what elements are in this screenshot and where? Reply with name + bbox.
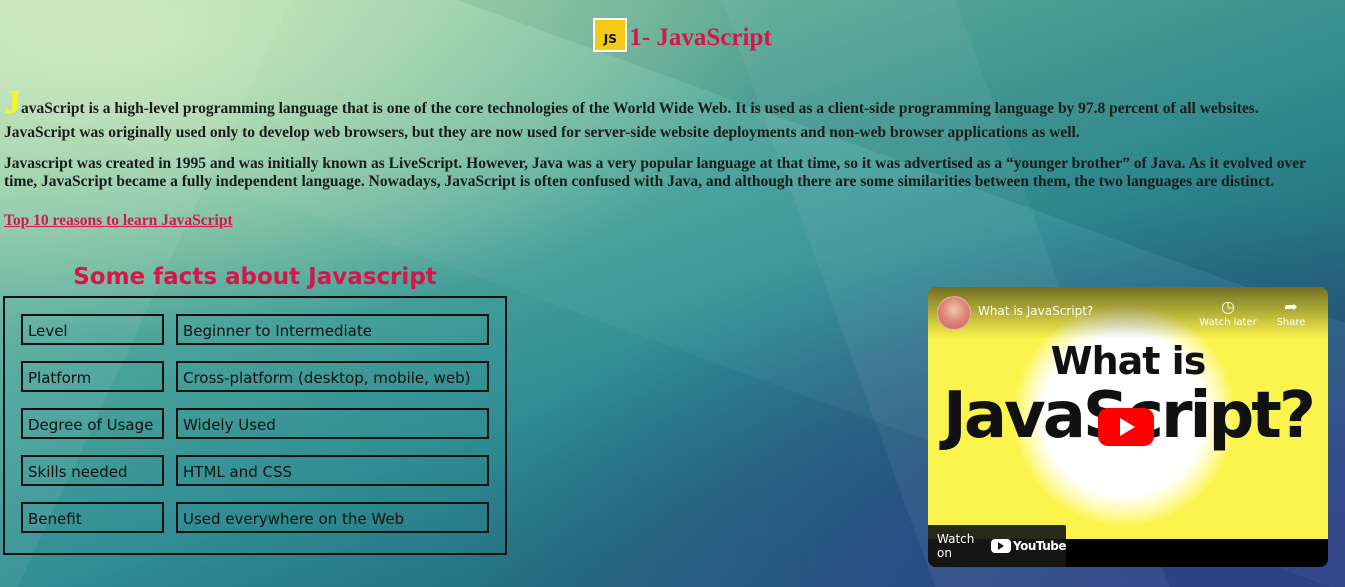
js-logo-text: JS [595,20,626,50]
fact-value: Beginner to Intermediate [176,314,489,345]
header-inner: JS 1- JavaScript [593,18,772,52]
thumbnail-text-line1: What is [1050,339,1207,383]
channel-avatar[interactable] [937,296,971,330]
page-header: JS 1- JavaScript [0,18,1345,52]
fact-key: Benefit [21,502,164,533]
intro-p2-line1: Javascript was created in 1995 and was i… [4,155,1306,172]
intro-p1-line2: JavaScript was originally used only to d… [4,124,1080,141]
play-button[interactable] [1098,408,1154,446]
youtube-play-mark-icon [990,539,1011,553]
facts-title: Some facts about Javascript [73,264,437,290]
fact-value: Widely Used [176,408,489,439]
drop-cap: J [4,84,21,121]
js-logo-icon: JS [593,18,628,52]
fact-value: Cross-platform (desktop, mobile, web) [176,361,489,392]
watch-on-label: Watch on [937,532,975,560]
fact-key: Level [21,314,164,345]
share-button[interactable]: ➦ Share [1261,297,1321,328]
fact-key: Degree of Usage [21,408,164,439]
youtube-embed[interactable]: What is JavaScript? What is JavaScript? … [928,287,1328,567]
watch-later-button[interactable]: ◷ Watch later [1198,297,1258,328]
intro-p1-line1: avaScript is a high-level programming la… [21,100,1259,117]
video-thumbnail[interactable]: What is JavaScript? What is JavaScript? … [928,287,1328,539]
top-reasons-link[interactable]: Top 10 reasons to learn JavaScript [4,209,233,233]
intro-p2-line2: time, JavaScript became a fully independ… [4,173,1275,190]
video-title[interactable]: What is JavaScript? [978,304,1093,318]
intro-paragraph-1: JavaScript is a high-level programming l… [4,86,1345,121]
intro-section: JavaScript is a high-level programming l… [4,86,1345,233]
fact-value: HTML and CSS [176,455,489,486]
page-title: 1- JavaScript [629,24,772,51]
play-icon [1120,418,1135,436]
fact-value: Used everywhere on the Web [176,502,489,533]
clock-icon: ◷ [1221,297,1235,316]
youtube-wordmark: YouTube [1012,539,1067,553]
facts-table: Level Beginner to Intermediate Platform … [3,296,507,555]
fact-key: Skills needed [21,455,164,486]
fact-key: Platform [21,361,164,392]
share-label: Share [1276,317,1306,328]
watch-later-label: Watch later [1199,317,1257,328]
youtube-logo-icon: YouTube [990,539,1067,553]
share-icon: ➦ [1284,297,1298,316]
watch-on-youtube-button[interactable]: Watch on YouTube [928,525,1067,567]
